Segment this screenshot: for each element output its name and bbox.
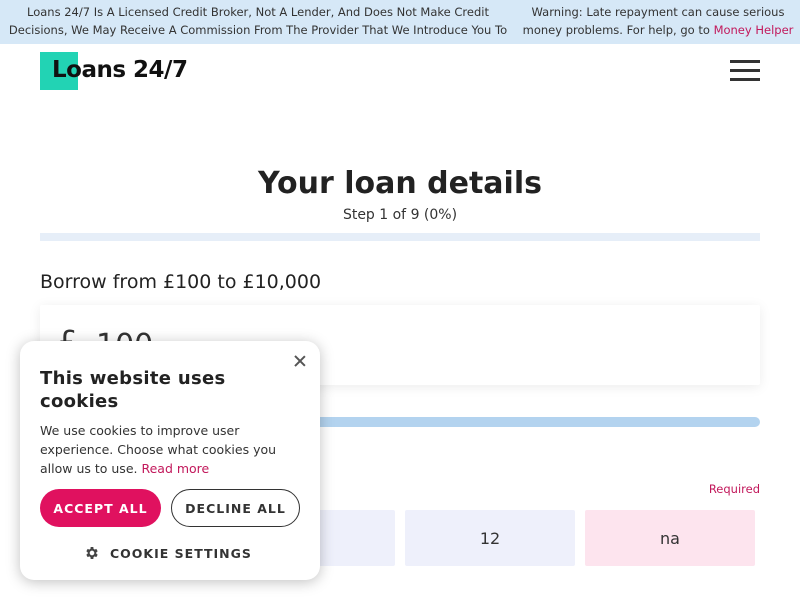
logo-text: Loans 24/7: [52, 57, 188, 83]
cookie-body: We use cookies to improve user experienc…: [40, 423, 277, 476]
gear-icon: [86, 547, 98, 559]
hamburger-icon[interactable]: [730, 60, 760, 82]
decline-all-button[interactable]: DECLINE ALL: [171, 489, 300, 527]
money-helper-link[interactable]: Money Helper: [714, 23, 794, 37]
broker-disclaimer: Loans 24/7 Is A Licensed Credit Broker, …: [8, 5, 508, 37]
cookie-title: This website uses cookies: [40, 368, 226, 412]
repayment-warning: Warning: Late repayment can cause seriou…: [522, 5, 794, 37]
page-title: Your loan details: [258, 166, 542, 201]
required-label: Required: [708, 482, 760, 496]
term-option-12[interactable]: 12: [405, 510, 575, 566]
site-logo[interactable]: Loans 24/7: [40, 52, 200, 90]
close-icon[interactable]: [292, 353, 308, 369]
accept-all-button[interactable]: ACCEPT ALL: [40, 489, 161, 527]
disclaimer-banner: Loans 24/7 Is A Licensed Credit Broker, …: [0, 0, 800, 44]
step-indicator: Step 1 of 9 (0%): [342, 207, 458, 223]
term-option-na[interactable]: na: [585, 510, 755, 566]
cookie-consent-dialog: This website uses cookies We use cookies…: [20, 341, 320, 580]
read-more-link[interactable]: Read more: [141, 461, 209, 476]
borrow-range-label: Borrow from £100 to £10,000: [40, 271, 322, 293]
cookie-settings-button[interactable]: COOKIE SETTINGS: [84, 543, 264, 563]
progress-bar: [40, 233, 760, 241]
